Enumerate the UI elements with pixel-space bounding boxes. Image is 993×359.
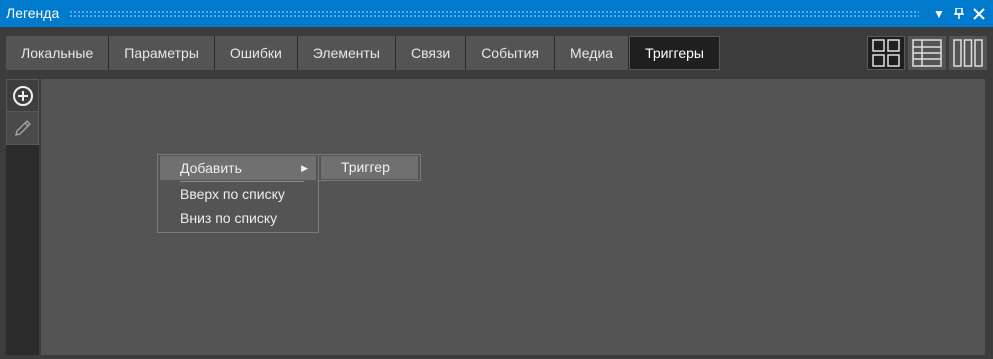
- legend-panel: Локальные Параметры Ошибки Элементы Связ…: [0, 27, 993, 359]
- context-submenu: Триггер: [318, 154, 421, 181]
- menu-item-move-up[interactable]: Вверх по списку: [160, 182, 316, 206]
- columns-view-button[interactable]: [949, 36, 987, 70]
- grid-view-button[interactable]: [867, 36, 905, 70]
- menu-item-add-label: Добавить: [180, 160, 242, 176]
- menu-item-move-down[interactable]: Вниз по списку: [160, 206, 316, 230]
- tab-elements[interactable]: Элементы: [297, 36, 396, 70]
- tab-errors[interactable]: Ошибки: [214, 36, 298, 70]
- add-button[interactable]: [6, 79, 39, 112]
- window-titlebar: Легенда ▼: [0, 0, 993, 27]
- table-view-icon: [912, 39, 942, 67]
- tab-triggers[interactable]: Триггеры: [629, 36, 720, 70]
- window-menu-dropdown-icon[interactable]: ▼: [929, 0, 949, 27]
- side-toolbar: [6, 79, 39, 355]
- window-title: Легенда: [6, 5, 60, 21]
- context-menu: Добавить ▶ Вверх по списку Вниз по списк…: [157, 154, 319, 233]
- tab-locals[interactable]: Локальные: [6, 36, 110, 70]
- menu-item-add[interactable]: Добавить ▶: [160, 156, 316, 180]
- grid-view-icon: [872, 39, 900, 67]
- tab-strip: Локальные Параметры Ошибки Элементы Связ…: [6, 36, 720, 70]
- pin-icon[interactable]: [949, 0, 969, 27]
- plus-circle-icon: [12, 85, 33, 106]
- tab-links[interactable]: Связи: [395, 36, 467, 70]
- edit-button[interactable]: [6, 112, 39, 145]
- pencil-icon: [14, 120, 31, 136]
- tab-parameters[interactable]: Параметры: [109, 36, 215, 70]
- submenu-item-trigger[interactable]: Триггер: [321, 156, 418, 179]
- view-mode-switcher: [867, 36, 987, 70]
- table-view-button[interactable]: [908, 36, 946, 70]
- tab-media[interactable]: Медиа: [554, 36, 630, 70]
- titlebar-drag-grip[interactable]: [69, 9, 919, 18]
- close-icon[interactable]: [969, 0, 989, 27]
- columns-view-icon: [953, 39, 983, 67]
- submenu-arrow-icon: ▶: [301, 163, 308, 173]
- tab-events[interactable]: События: [466, 36, 555, 70]
